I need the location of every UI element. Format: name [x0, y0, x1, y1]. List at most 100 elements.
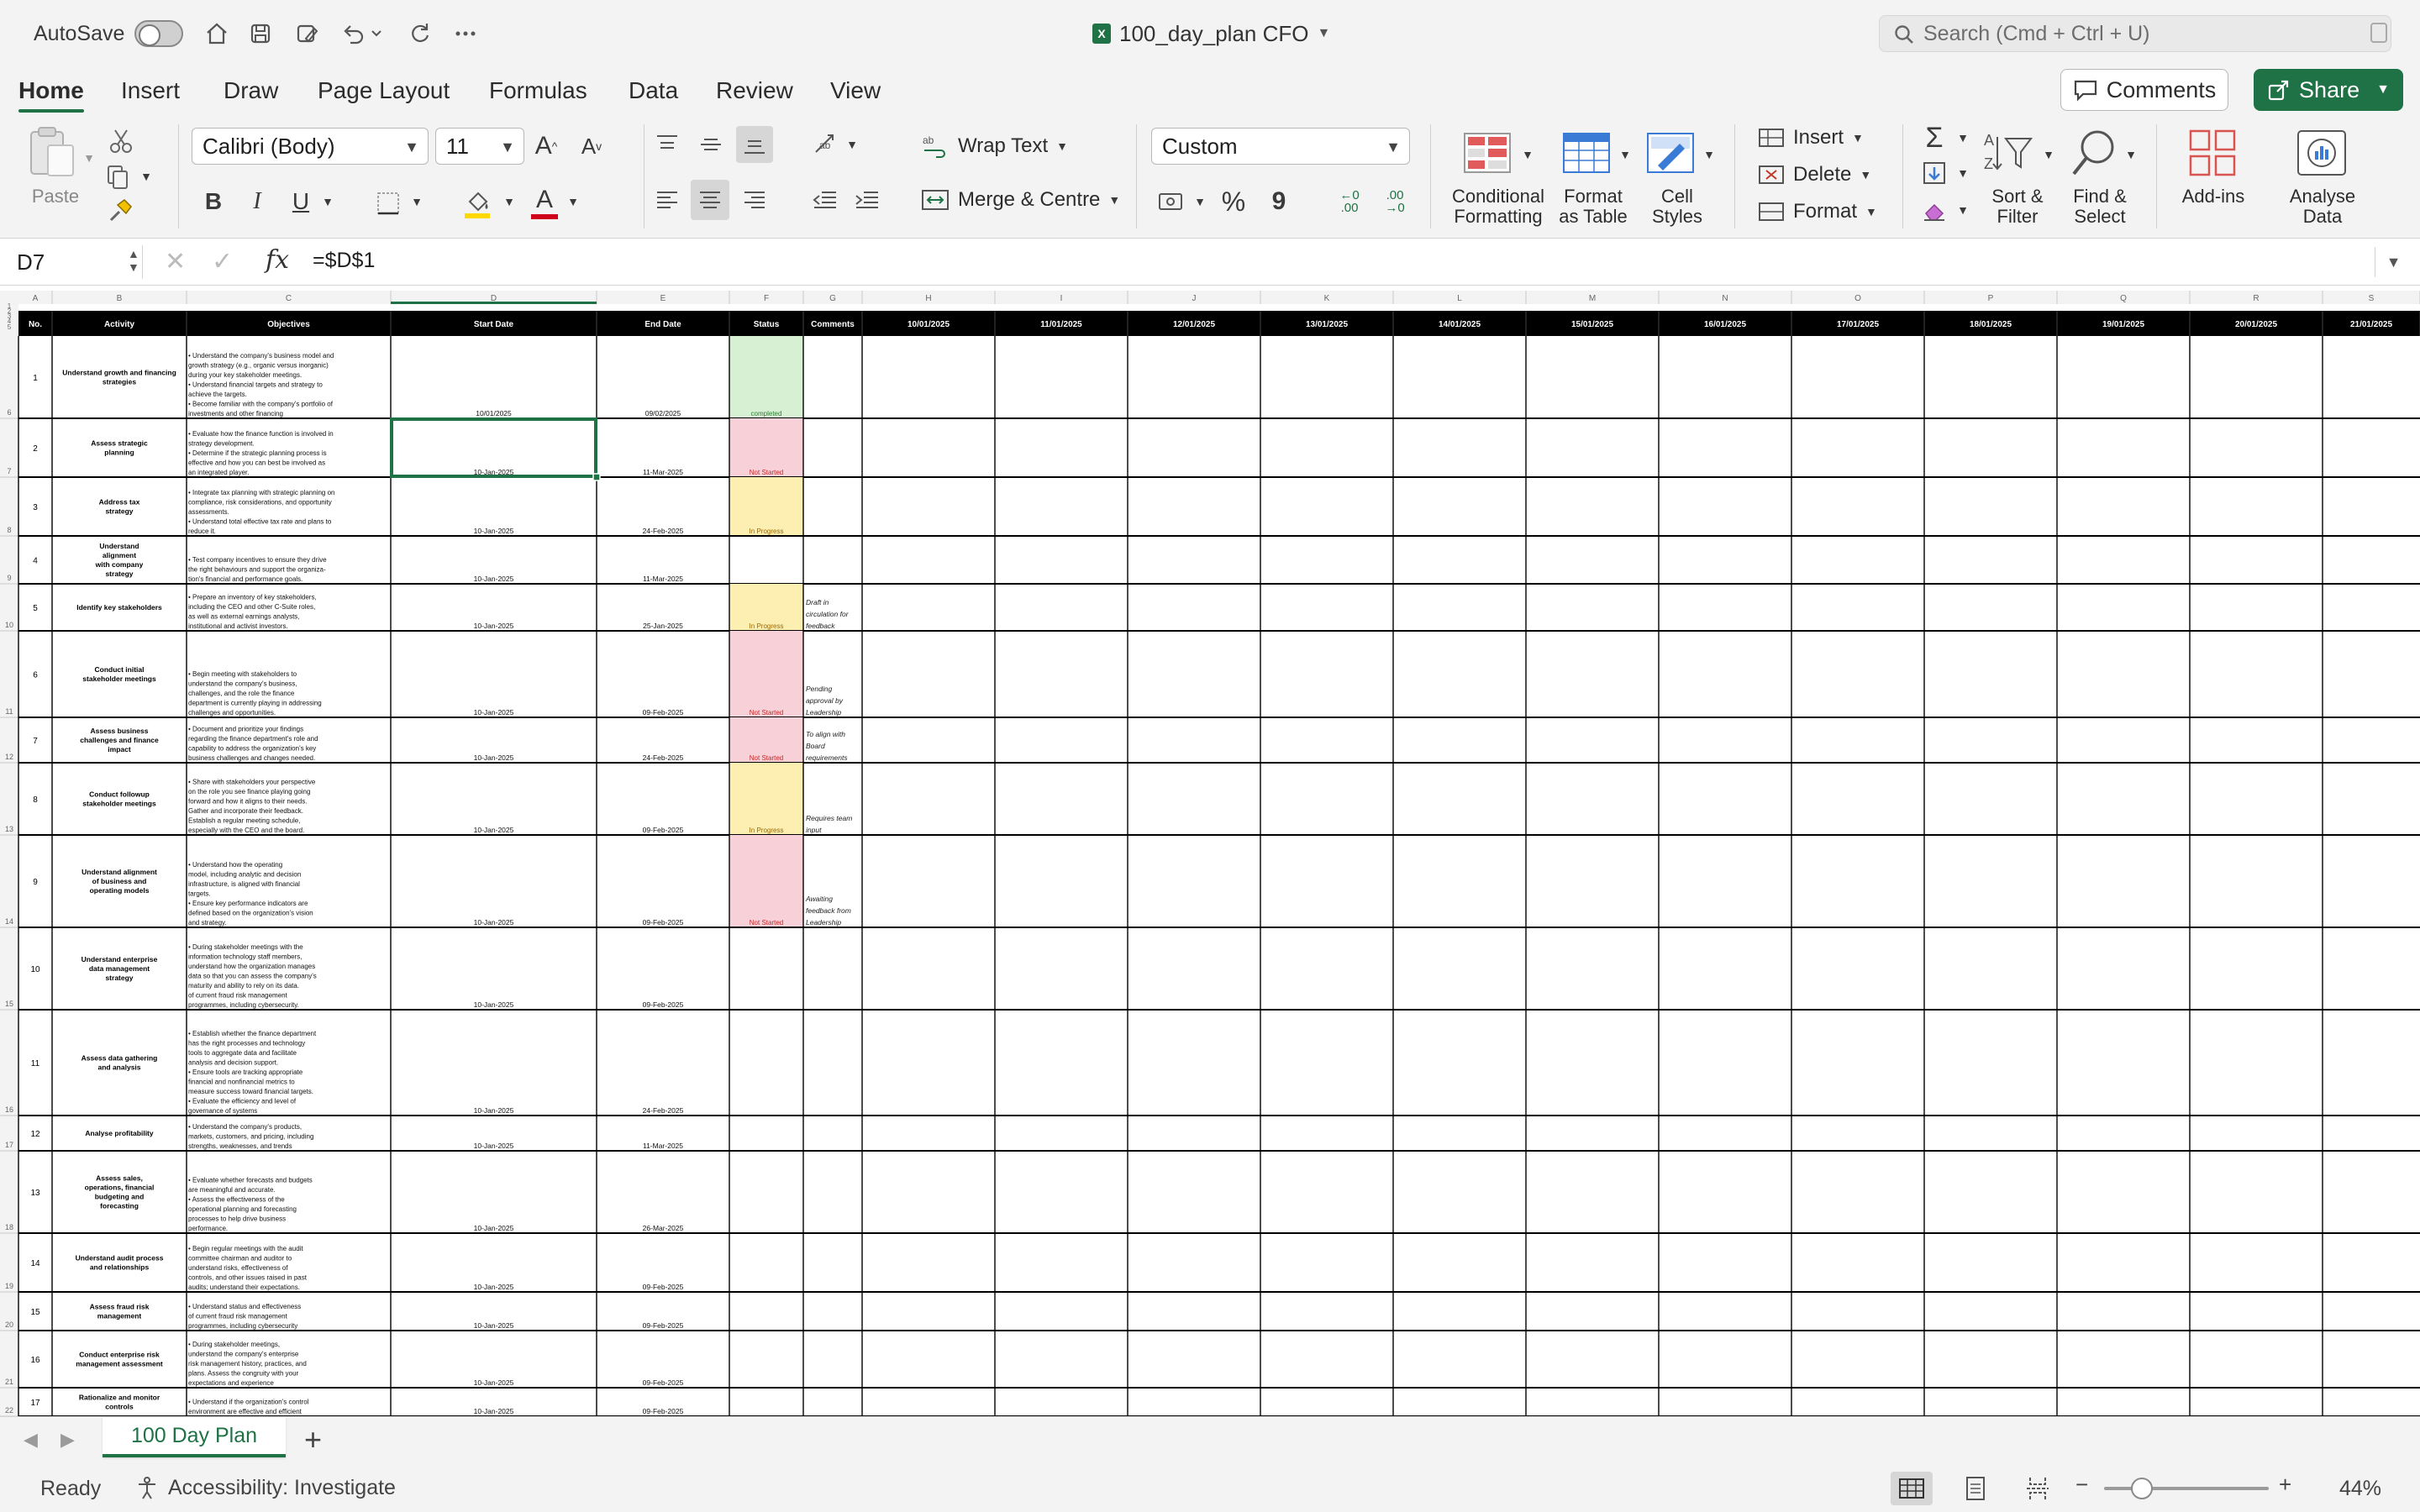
- normal-view-icon[interactable]: [1891, 1472, 1933, 1505]
- table-header-cell[interactable]: 14/01/2025: [1439, 320, 1481, 329]
- document-title[interactable]: X 100_day_plan CFO ▼: [1092, 17, 1330, 50]
- cell-activity[interactable]: Understand enterprise: [82, 955, 158, 963]
- tab-data[interactable]: Data: [629, 74, 678, 108]
- cell-activity[interactable]: challenges and finance: [80, 736, 159, 744]
- cell-activity[interactable]: Assess data gathering: [82, 1054, 158, 1063]
- cell-end-date[interactable]: 09-Feb-2025: [643, 1283, 684, 1291]
- column-header[interactable]: M: [1589, 294, 1596, 303]
- cell-activity[interactable]: stakeholder meetings: [82, 675, 156, 683]
- cell-activity[interactable]: Conduct initial: [94, 665, 144, 674]
- zoom-in-button[interactable]: +: [2279, 1472, 2291, 1498]
- cell-end-date[interactable]: 09-Feb-2025: [643, 708, 684, 717]
- cell-start-date[interactable]: 10-Jan-2025: [474, 575, 514, 583]
- home-icon[interactable]: [200, 17, 234, 50]
- cell-objectives[interactable]: during your key stakeholder meetings.: [188, 371, 302, 379]
- table-header-cell[interactable]: Status: [754, 320, 780, 329]
- cell-activity[interactable]: operating models: [90, 886, 150, 895]
- increase-decimal-button[interactable]: .00 →0: [1376, 185, 1413, 218]
- tab-review[interactable]: Review: [716, 74, 793, 108]
- cell-no[interactable]: 13: [30, 1189, 40, 1198]
- accounting-format-icon[interactable]: [1155, 185, 1188, 218]
- align-center-icon[interactable]: [691, 180, 729, 220]
- cell-end-date[interactable]: 26-Mar-2025: [643, 1224, 684, 1232]
- cell-objectives[interactable]: assessments.: [188, 508, 229, 516]
- undo-dropdown-icon[interactable]: [368, 17, 385, 50]
- tab-formulas[interactable]: Formulas: [489, 74, 587, 108]
- cell-no[interactable]: 9: [33, 878, 38, 887]
- insert-cells-button[interactable]: Insert ▼: [1758, 123, 1876, 153]
- cell-objectives[interactable]: • Understand total effective tax rate an…: [188, 518, 332, 526]
- row-header[interactable]: 7: [7, 467, 11, 475]
- row-header[interactable]: 15: [5, 1000, 13, 1008]
- autosum-dropdown-icon[interactable]: ▼: [1954, 129, 1971, 146]
- column-header[interactable]: N: [1722, 294, 1728, 303]
- cell-activity[interactable]: forecasting: [100, 1202, 139, 1210]
- number-format-select[interactable]: Custom ▼: [1151, 128, 1410, 165]
- cell-objectives[interactable]: department is currently playing in addre…: [188, 700, 322, 707]
- cell-objectives[interactable]: • Understand status and effectiveness: [188, 1303, 301, 1310]
- cell-objectives[interactable]: investments and other financing: [188, 410, 283, 417]
- name-box-stepper-icon[interactable]: ▲ ▼: [128, 247, 139, 274]
- column-header[interactable]: E: [660, 294, 666, 303]
- cell-start-date[interactable]: 10-Jan-2025: [474, 708, 514, 717]
- copy-icon[interactable]: [101, 161, 134, 192]
- cell-no[interactable]: 16: [30, 1356, 40, 1365]
- cell-objectives[interactable]: • During stakeholder meetings with the: [188, 943, 303, 951]
- cell-objectives[interactable]: forward and how it aligns to their needs…: [188, 798, 307, 806]
- cell-objectives[interactable]: processes to help drive business: [188, 1215, 286, 1223]
- table-header-cell[interactable]: 12/01/2025: [1173, 320, 1215, 329]
- cell-comments[interactable]: Leadership: [806, 918, 841, 927]
- cell-activity[interactable]: Identify key stakeholders: [76, 603, 162, 612]
- cell-end-date[interactable]: 11-Mar-2025: [643, 575, 683, 583]
- window-options-icon[interactable]: [2368, 20, 2393, 47]
- previous-sheet-icon[interactable]: ◀: [24, 1429, 38, 1451]
- cell-objectives[interactable]: especially with the CEO and the board.: [188, 827, 304, 834]
- cell-styles-dropdown-icon[interactable]: ▼: [1701, 146, 1718, 163]
- accounting-dropdown-icon[interactable]: ▼: [1192, 193, 1208, 210]
- cell-objectives[interactable]: governance of systems: [188, 1107, 257, 1115]
- save-as-icon[interactable]: [291, 17, 324, 50]
- cell-end-date[interactable]: 24-Feb-2025: [643, 1106, 684, 1115]
- cell-objectives[interactable]: • Test company incentives to ensure they…: [188, 556, 327, 564]
- cell-end-date[interactable]: 09-Feb-2025: [643, 1000, 684, 1009]
- accessibility-status[interactable]: Accessibility: Investigate: [134, 1475, 396, 1500]
- cell-activity[interactable]: budgeting and: [95, 1193, 145, 1201]
- cell-objectives[interactable]: institutional and activist investors.: [188, 622, 288, 630]
- row-header[interactable]: 13: [5, 825, 13, 833]
- cell-objectives[interactable]: the right behaviours and support the org…: [188, 566, 326, 574]
- cell-activity[interactable]: management assessment: [76, 1360, 163, 1368]
- tab-home[interactable]: Home: [18, 74, 84, 113]
- cell-status[interactable]: In Progress: [750, 528, 784, 535]
- cell-no[interactable]: 1: [33, 374, 38, 383]
- cell-objectives[interactable]: • Ensure key performance indicators are: [188, 900, 308, 907]
- cell-status[interactable]: Not Started: [750, 754, 783, 762]
- zoom-slider-thumb[interactable]: [2131, 1478, 2153, 1499]
- cell-no[interactable]: 14: [30, 1259, 40, 1268]
- cell-activity[interactable]: operations, financial: [85, 1184, 155, 1192]
- cell-objectives[interactable]: Gather and incorporate their feedback.: [188, 807, 303, 815]
- cell-activity[interactable]: of business and: [92, 877, 147, 885]
- formula-input[interactable]: =$D$1: [313, 249, 375, 273]
- confirm-entry-icon[interactable]: ✓: [212, 247, 233, 276]
- cell-no[interactable]: 10: [30, 965, 40, 974]
- cell-objectives[interactable]: data so that you can assess the company'…: [188, 973, 317, 980]
- column-header[interactable]: C: [286, 294, 292, 303]
- cell-objectives[interactable]: and strategy.: [188, 919, 227, 927]
- decrease-indent-icon[interactable]: [808, 181, 842, 218]
- cell-activity[interactable]: Understand audit process: [76, 1254, 164, 1263]
- row-header[interactable]: 5: [8, 323, 12, 331]
- italic-button[interactable]: I: [242, 185, 272, 218]
- cell-start-date[interactable]: 10-Jan-2025: [474, 527, 514, 535]
- cell-objectives[interactable]: challenges and opportunities.: [188, 709, 276, 717]
- conditional-formatting-label[interactable]: Conditional Formatting: [1445, 186, 1551, 227]
- row-header[interactable]: 16: [5, 1105, 13, 1114]
- cell-objectives[interactable]: plans. Assess the congruity with your: [188, 1370, 299, 1378]
- cell-start-date[interactable]: 10-Jan-2025: [474, 622, 514, 630]
- cell-activity[interactable]: Conduct followup: [89, 790, 150, 799]
- cell-objectives[interactable]: effective and how you can best be involv…: [188, 459, 325, 467]
- cell-comments[interactable]: feedback from: [806, 906, 851, 915]
- cell-start-date[interactable]: 10-Jan-2025: [474, 1378, 514, 1387]
- search-input[interactable]: Search (Cmd + Ctrl + U): [1879, 15, 2391, 52]
- tab-draw[interactable]: Draw: [224, 74, 278, 108]
- cell-objectives[interactable]: compliance, risk considerations, and opp…: [188, 499, 332, 507]
